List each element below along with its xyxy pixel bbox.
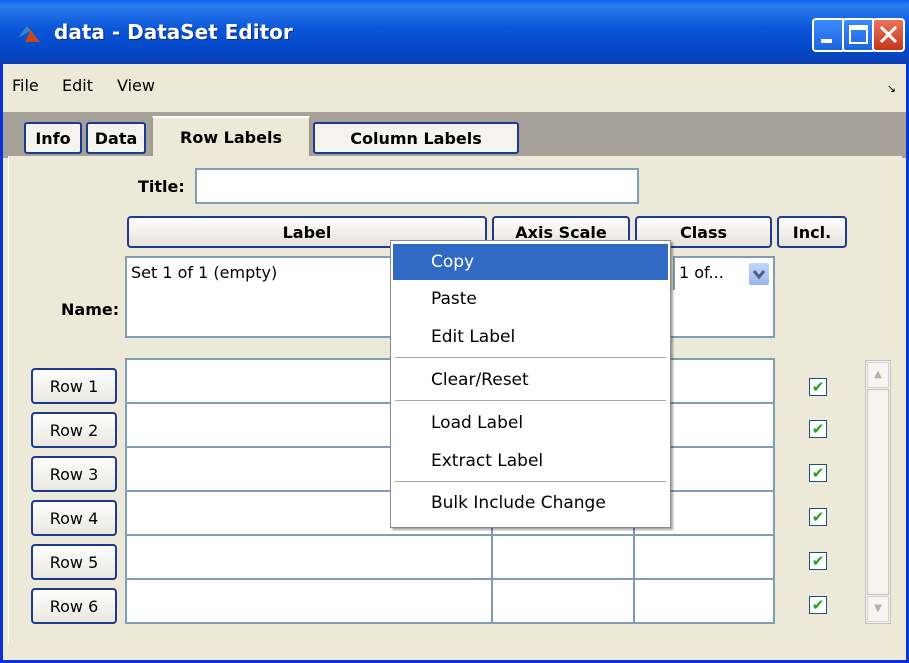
tab-row-labels[interactable]: Row Labels — [151, 116, 311, 158]
maximize-button[interactable] — [842, 18, 876, 52]
include-checkbox-5[interactable]: ✔ — [809, 552, 827, 570]
scroll-up-icon[interactable]: ▲ — [867, 362, 889, 388]
context-menu-extract-label[interactable]: Extract Label — [393, 443, 668, 479]
checkmark-icon: ✔ — [811, 508, 825, 526]
context-menu-copy[interactable]: Copy — [393, 244, 668, 280]
include-checkbox-2[interactable]: ✔ — [809, 420, 827, 438]
class-set-select[interactable]: 1 of... — [673, 256, 775, 292]
minimize-icon — [821, 39, 832, 43]
dataset-editor-window: data - DataSet Editor File Edit View ↘ I… — [0, 0, 909, 663]
window-title: data - DataSet Editor — [54, 20, 293, 44]
tab-data[interactable]: Data — [86, 122, 146, 154]
row-button-5[interactable]: Row 5 — [31, 544, 117, 580]
title-bar: data - DataSet Editor — [0, 0, 909, 64]
checkmark-icon: ✔ — [811, 420, 825, 438]
tab-column-labels[interactable]: Column Labels — [313, 122, 519, 154]
context-menu-separator — [395, 357, 666, 358]
minimize-button[interactable] — [812, 18, 846, 52]
context-menu-separator — [395, 400, 666, 401]
include-checkbox-3[interactable]: ✔ — [809, 464, 827, 482]
context-menu-load-label[interactable]: Load Label — [393, 405, 668, 441]
label-set-select[interactable]: Set 1 of 1 (empty) — [125, 256, 395, 292]
context-menu-edit-label[interactable]: Edit Label — [393, 319, 668, 355]
row-button-4[interactable]: Row 4 — [31, 500, 117, 536]
context-menu-paste[interactable]: Paste — [393, 281, 668, 317]
row-button-3[interactable]: Row 3 — [31, 456, 117, 492]
class-set-select-value: 1 of... — [679, 263, 724, 282]
context-menu-separator — [395, 481, 666, 482]
checkmark-icon: ✔ — [811, 552, 825, 570]
tab-info[interactable]: Info — [24, 122, 82, 154]
row-button-1[interactable]: Row 1 — [31, 368, 117, 404]
menu-edit[interactable]: Edit — [62, 76, 93, 95]
title-label: Title: — [138, 177, 185, 196]
chevron-down-icon[interactable] — [749, 263, 769, 285]
vertical-scrollbar[interactable]: ▲ ▼ — [865, 360, 891, 624]
menu-view[interactable]: View — [117, 76, 155, 95]
menu-bar: File Edit View ↘ — [3, 64, 906, 104]
context-menu-bulk-include-change[interactable]: Bulk Include Change — [393, 485, 668, 521]
include-checkbox-4[interactable]: ✔ — [809, 508, 827, 526]
title-input[interactable] — [195, 168, 639, 204]
scroll-down-icon[interactable]: ▼ — [867, 596, 889, 622]
checkmark-icon: ✔ — [811, 378, 825, 396]
checkmark-icon: ✔ — [811, 464, 825, 482]
scroll-track[interactable] — [867, 389, 889, 595]
menu-file[interactable]: File — [12, 76, 39, 95]
name-label: Name: — [61, 300, 120, 319]
context-menu: Copy Paste Edit Label Clear/Reset Load L… — [390, 240, 671, 528]
close-icon — [879, 25, 898, 44]
maximize-icon — [849, 25, 868, 44]
row-button-2[interactable]: Row 2 — [31, 412, 117, 448]
row-button-6[interactable]: Row 6 — [31, 588, 117, 624]
close-button[interactable] — [872, 18, 905, 52]
include-checkbox-6[interactable]: ✔ — [809, 596, 827, 614]
matlab-logo-icon — [18, 26, 40, 42]
arrow-icon[interactable]: ↘ — [887, 82, 896, 95]
checkmark-icon: ✔ — [811, 596, 825, 614]
incl-header-button[interactable]: Incl. — [777, 216, 847, 248]
context-menu-clear-reset[interactable]: Clear/Reset — [393, 362, 668, 398]
include-checkbox-1[interactable]: ✔ — [809, 378, 827, 396]
